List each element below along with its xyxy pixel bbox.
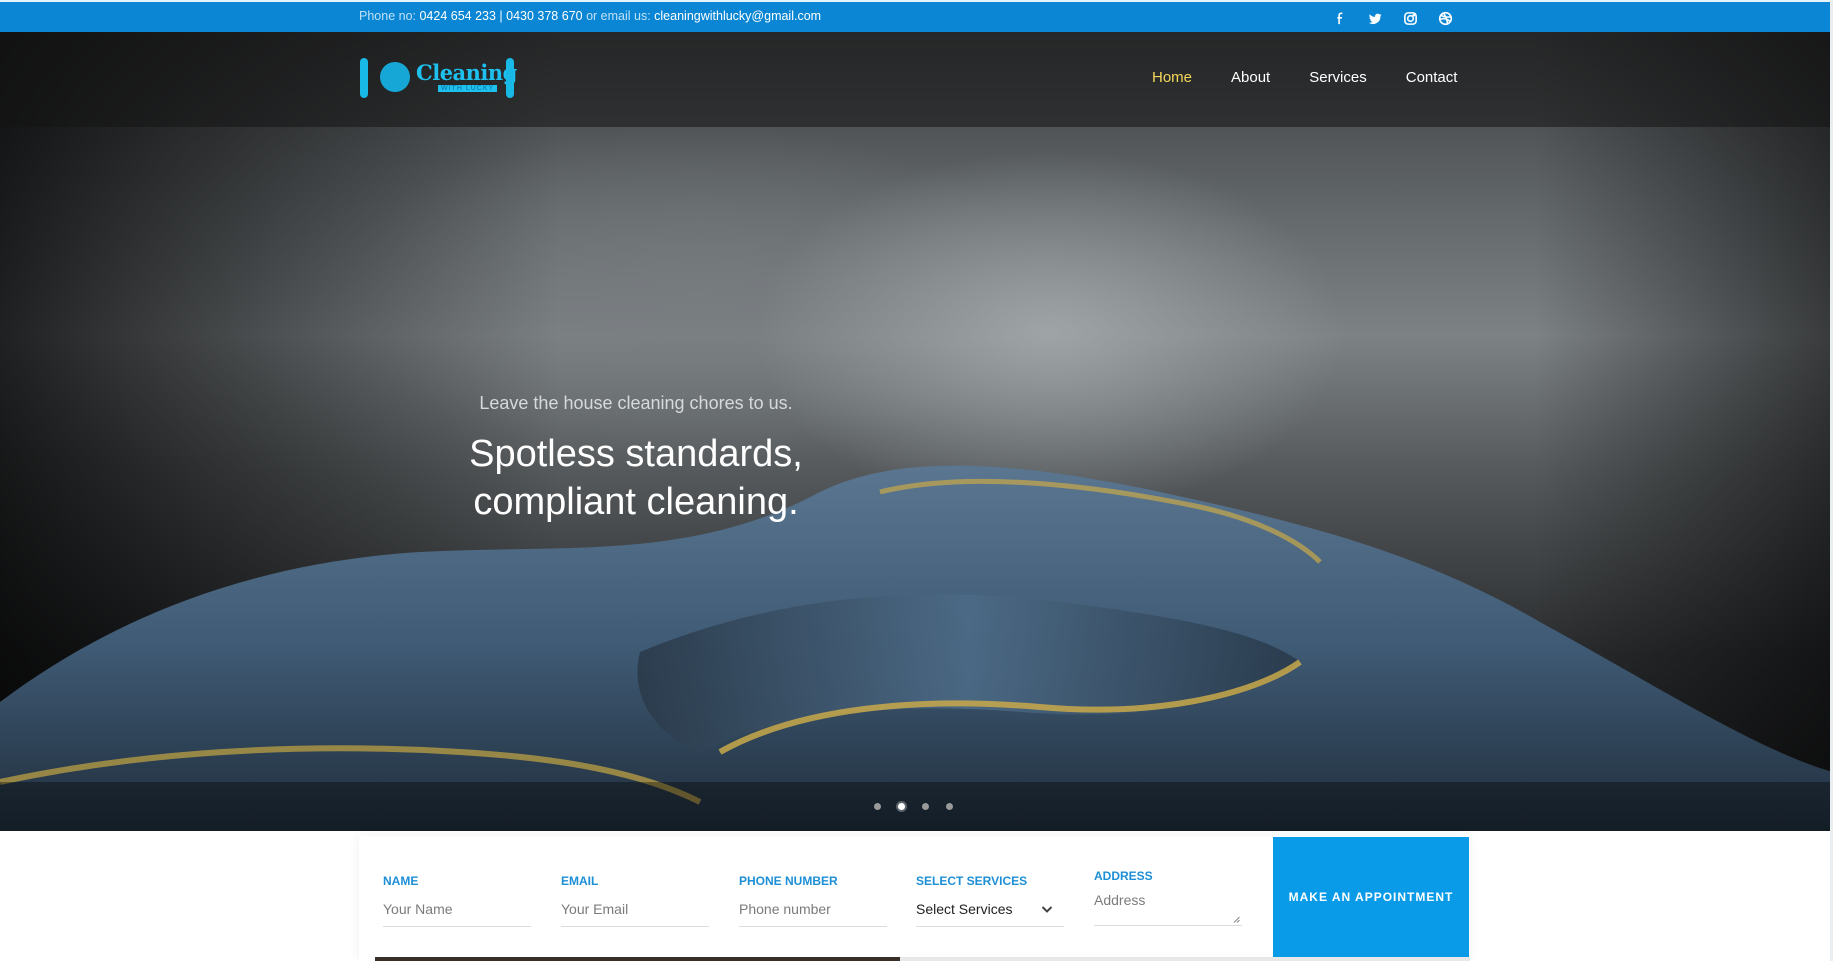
make-appointment-button[interactable]: MAKE AN APPOINTMENT: [1273, 837, 1469, 957]
hero-headline-line1: Spotless standards,: [469, 433, 803, 475]
logo-mascot-icon: [380, 62, 410, 92]
next-section-peek-right: [900, 957, 1470, 961]
top-info-bar: Phone no: 0424 654 233 | 0430 378 670 or…: [0, 0, 1833, 32]
address-label: ADDRESS: [1094, 869, 1153, 883]
social-links: [1330, 8, 1456, 29]
logo-subtitle: WITH LUCKY: [438, 85, 498, 92]
slider-dot-4[interactable]: [946, 803, 953, 810]
facebook-icon[interactable]: [1330, 8, 1351, 29]
nav-home[interactable]: Home: [1152, 69, 1192, 86]
twitter-icon[interactable]: [1365, 8, 1386, 29]
name-input[interactable]: Your Name: [383, 901, 531, 927]
email-label: EMAIL: [561, 874, 599, 888]
hero-caption: Leave the house cleaning chores to us. S…: [360, 393, 912, 526]
hero-headline: Spotless standards, compliant cleaning.: [360, 430, 912, 526]
logo-word: Cleaning: [416, 60, 517, 85]
phone-numbers[interactable]: 0424 654 233 | 0430 378 670: [419, 9, 582, 23]
name-field: NAME Your Name: [383, 874, 531, 927]
address-field: ADDRESS Address: [1094, 869, 1242, 926]
phone-label: Phone no:: [359, 9, 420, 23]
phone-field: PHONE NUMBER Phone number: [739, 874, 887, 927]
resize-grip-icon[interactable]: [1233, 916, 1240, 923]
logo-bar-right: [506, 58, 514, 98]
name-label: NAME: [383, 874, 419, 888]
next-section-peek: [375, 957, 900, 961]
cleaning-cloth-image: [0, 465, 1833, 831]
services-select[interactable]: Select Services: [916, 901, 1064, 927]
email-label: or email us:: [582, 9, 655, 23]
email-input[interactable]: Your Email: [561, 901, 709, 927]
email-field: EMAIL Your Email: [561, 874, 709, 927]
address-textarea[interactable]: Address: [1094, 892, 1242, 926]
hero-slider: [0, 32, 1833, 831]
chevron-down-icon: [1041, 906, 1053, 913]
services-label: SELECT SERVICES: [916, 874, 1028, 888]
slider-dots: [874, 803, 953, 810]
address-placeholder: Address: [1094, 892, 1146, 908]
nav-about[interactable]: About: [1231, 69, 1270, 86]
nav-services[interactable]: Services: [1309, 69, 1367, 86]
services-selected-value: Select Services: [916, 901, 1013, 917]
services-field: SELECT SERVICES Select Services: [916, 874, 1064, 927]
primary-nav: Home About Services Contact: [1152, 69, 1496, 86]
hero-kicker: Leave the house cleaning chores to us.: [479, 393, 793, 413]
logo-bar-left: [360, 58, 368, 98]
site-logo[interactable]: Cleaning WITH LUCKY: [358, 54, 517, 104]
phone-label: PHONE NUMBER: [739, 874, 838, 888]
hero-headline-line2: compliant cleaning.: [473, 481, 799, 523]
nav-contact[interactable]: Contact: [1406, 69, 1458, 86]
main-navbar: Cleaning WITH LUCKY Home About Services …: [0, 32, 1833, 127]
contact-info: Phone no: 0424 654 233 | 0430 378 670 or…: [359, 9, 821, 23]
instagram-icon[interactable]: [1400, 8, 1421, 29]
slider-dot-3[interactable]: [922, 803, 929, 810]
dribbble-icon[interactable]: [1435, 8, 1456, 29]
phone-input[interactable]: Phone number: [739, 901, 887, 927]
email-link[interactable]: cleaningwithlucky@gmail.com: [654, 9, 821, 23]
slider-dot-2[interactable]: [898, 803, 905, 810]
slider-dot-1[interactable]: [874, 803, 881, 810]
